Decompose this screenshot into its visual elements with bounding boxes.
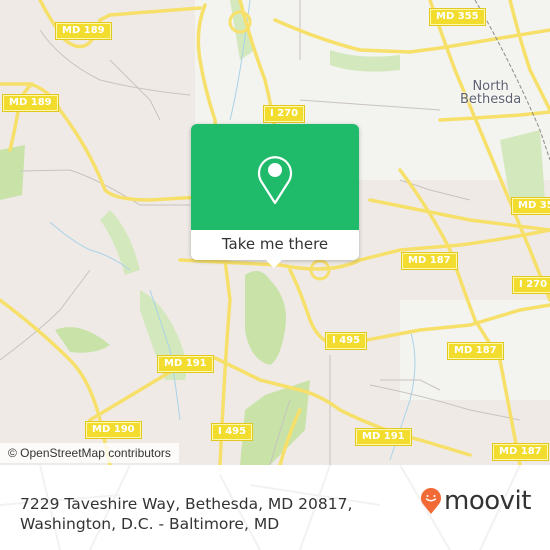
road-shield-i495: I 495	[324, 332, 368, 350]
page: MD 189 MD 189 MD 355 I 270 MD 355 MD 187…	[0, 0, 550, 550]
road-shield-md355: MD 355	[511, 197, 550, 215]
moovit-logo[interactable]: moovit	[420, 487, 531, 515]
road-shield-i495: I 495	[210, 423, 254, 441]
address-text: 7229 Taveshire Way, Bethesda, MD 20817, …	[20, 494, 400, 534]
moovit-wordmark: moovit	[444, 486, 531, 516]
road-shield-md189: MD 189	[2, 94, 59, 112]
road-shield-md187: MD 187	[492, 443, 549, 461]
address-line: 7229 Taveshire Way, Bethesda, MD 20817,	[20, 495, 353, 513]
destination-popup: Take me there	[191, 124, 359, 268]
moovit-smiley-pin-icon	[421, 488, 441, 514]
road-shield-md191: MD 191	[157, 355, 214, 373]
park	[240, 380, 310, 465]
place-label-line: Bethesda	[460, 92, 522, 107]
park	[500, 130, 545, 200]
park	[55, 327, 110, 353]
road-shield-md355: MD 355	[429, 8, 486, 26]
park	[0, 145, 25, 200]
map-view[interactable]: MD 189 MD 189 MD 355 I 270 MD 355 MD 187…	[0, 0, 550, 465]
road-shield-md187: MD 187	[401, 252, 458, 270]
road-shield-md189: MD 189	[55, 22, 112, 40]
popup-pointer	[266, 260, 282, 268]
map-pin-icon	[257, 156, 293, 205]
popup-header	[191, 124, 359, 230]
footer: 7229 Taveshire Way, Bethesda, MD 20817, …	[0, 465, 550, 550]
place-label-north-bethesda: North Bethesda	[460, 80, 521, 106]
road-shield-md190: MD 190	[85, 421, 142, 439]
road-shield-md187: MD 187	[447, 342, 504, 360]
park	[100, 210, 140, 275]
road-shield-i270: I 270	[511, 276, 550, 294]
road-shield-i270: I 270	[262, 105, 306, 123]
park	[245, 271, 286, 365]
map-attribution[interactable]: © OpenStreetMap contributors	[0, 443, 179, 463]
take-me-there-button[interactable]: Take me there	[191, 230, 359, 260]
road-shield-md191: MD 191	[355, 428, 412, 446]
address-line: Washington, D.C. - Baltimore, MD	[20, 515, 280, 533]
